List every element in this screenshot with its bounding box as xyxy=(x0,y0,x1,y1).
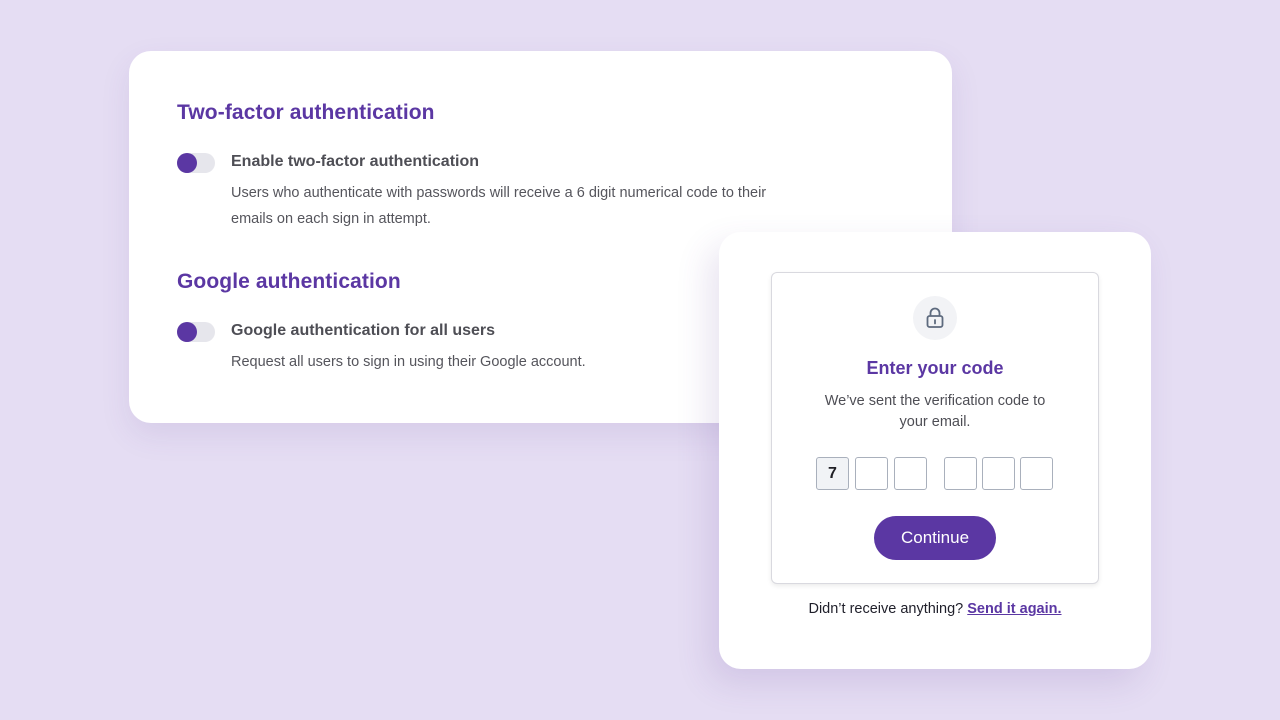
two-factor-description-line2: emails on each sign in attempt. xyxy=(231,211,431,227)
two-factor-toggle-label: Enable two-factor authentication xyxy=(231,153,480,170)
google-auth-toggle[interactable] xyxy=(177,322,215,342)
code-digit-3[interactable] xyxy=(894,457,927,490)
lock-icon xyxy=(926,307,944,328)
two-factor-title: Two-factor authentication xyxy=(177,101,435,124)
lock-icon-badge xyxy=(913,296,957,340)
continue-button[interactable]: Continue xyxy=(874,516,996,560)
two-factor-toggle[interactable] xyxy=(177,153,215,173)
two-factor-description-line1: Users who authenticate with passwords wi… xyxy=(231,185,767,201)
two-factor-description: Users who authenticate with passwords wi… xyxy=(231,180,841,232)
code-digit-2[interactable] xyxy=(855,457,888,490)
code-entry-panel: Enter your code We’ve sent the verificat… xyxy=(771,272,1099,584)
code-subtitle-line2: your email. xyxy=(899,414,971,430)
resend-link[interactable]: Send it again. xyxy=(967,601,1061,617)
code-digit-1[interactable] xyxy=(816,457,849,490)
toggle-knob xyxy=(177,322,197,342)
code-subtitle-line1: We’ve sent the verification code to xyxy=(824,393,1046,409)
code-digit-4[interactable] xyxy=(944,457,977,490)
resend-line: Didn’t receive anything? Send it again. xyxy=(719,601,1151,617)
resend-prompt: Didn’t receive anything? xyxy=(808,601,964,617)
code-digit-5[interactable] xyxy=(982,457,1015,490)
toggle-knob xyxy=(177,153,197,173)
code-subtitle: We’ve sent the verification code to your… xyxy=(805,391,1065,433)
google-auth-toggle-label: Google authentication for all users xyxy=(231,322,496,339)
verification-card: Enter your code We’ve sent the verificat… xyxy=(719,232,1151,669)
google-auth-title: Google authentication xyxy=(177,270,401,293)
code-digit-6[interactable] xyxy=(1020,457,1053,490)
code-title: Enter your code xyxy=(866,358,1004,378)
